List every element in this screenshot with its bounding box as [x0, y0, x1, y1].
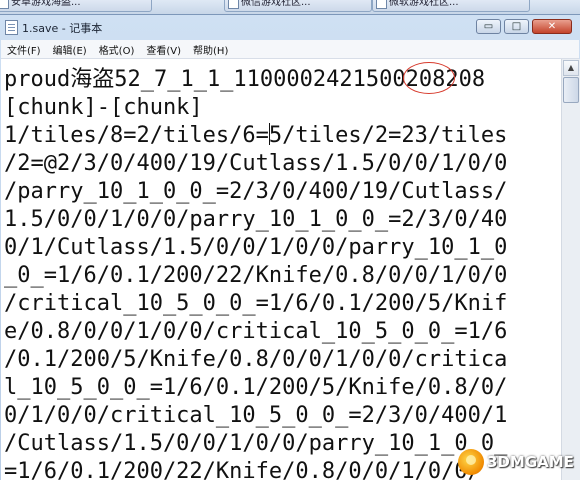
editor-line: /0.1/200/5/Knife/0.8/0/0/1/0/0/critica — [4, 347, 508, 372]
taskbar-tab-label: 安卓游戏海盗... — [11, 0, 81, 8]
notepad-window: 1.save - 记事本 ▭ □ ✕ 文件(F) 编辑(E) 格式(O) 查看(… — [0, 14, 580, 480]
editor-text[interactable]: proud海盗52_7_1_1_1100002421500208208 [chun… — [4, 66, 507, 480]
maximize-button[interactable]: □ — [504, 19, 529, 34]
editor-line: 1/tiles/8=2/tiles/6=5/tiles/2=23/tiles — [4, 123, 508, 148]
watermark: 3DMGAME — [458, 448, 574, 476]
maximize-icon: □ — [511, 21, 522, 32]
menu-bar: 文件(F) 编辑(E) 格式(O) 查看(V) 帮助(H) — [1, 40, 579, 59]
text-caret — [268, 123, 270, 145]
editor-line: [chunk]-[chunk] — [4, 95, 203, 120]
editor-line: /parry_10_1_0_0_=2/3/0/400/19/Cutlass/ — [4, 179, 508, 204]
scroll-up-arrow-icon[interactable]: ▲ — [563, 60, 579, 76]
editor-line: l_10_5_0_0_=1/6/0.1/200/5/Knife/0.8/0/ — [4, 375, 508, 400]
close-button[interactable]: ✕ — [532, 19, 572, 34]
menu-file[interactable]: 文件(F) — [1, 42, 47, 57]
minimize-button[interactable]: ▭ — [476, 19, 501, 34]
watermark-text: 3DMGAME — [487, 453, 574, 471]
minimize-icon: ▭ — [483, 21, 494, 32]
taskbar-tab-2[interactable]: 微信游戏社区... — [224, 0, 372, 12]
app-tab-icon — [376, 0, 387, 9]
window-title: 1.save - 记事本 — [22, 22, 103, 35]
editor-line: e/0.8/0/0/1/0/0/critical_10_5_0_0_=1/6 — [4, 319, 508, 344]
editor-line: _0_=1/6/0.1/200/22/Knife/0.8/0/0/1/0/0 — [4, 263, 508, 288]
taskbar-tab-label: 微信游戏社区... — [241, 0, 311, 8]
editor-line: /critical_10_5_0_0_=1/6/0.1/200/5/Knif — [4, 291, 508, 316]
red-circle-annotation — [403, 62, 455, 94]
editor-line: 1.5/0/0/1/0/0/parry_10_1_0_0_=2/3/0/40 — [4, 207, 508, 232]
editor-line: =1/6/0.1/200/22/Knife/0.8/0/0/1/0/0/ — [4, 459, 481, 480]
3dm-logo-icon — [458, 449, 484, 475]
app-tab-icon — [228, 0, 239, 9]
scrollbar-thumb[interactable] — [563, 77, 579, 103]
title-bar[interactable]: 1.save - 记事本 ▭ □ ✕ — [0, 15, 580, 39]
taskbar-tab-3[interactable]: 微软游戏社区... — [372, 0, 530, 12]
taskbar-tab-1[interactable]: 安卓游戏海盗... — [0, 0, 152, 12]
editor-line: /2=@2/3/0/400/19/Cutlass/1.5/0/0/1/0/0 — [4, 151, 508, 176]
menu-edit[interactable]: 编辑(E) — [47, 42, 93, 57]
taskbar-strip: 安卓游戏海盗... 微信游戏社区... 微软游戏社区... — [0, 0, 580, 14]
taskbar-tab-label: 微软游戏社区... — [389, 0, 459, 8]
editor-line: 0/1/Cutlass/1.5/0/0/1/0/0/parry_10_1_0 — [4, 235, 508, 260]
app-tab-icon — [0, 0, 9, 9]
vertical-scrollbar[interactable]: ▲ — [561, 59, 580, 480]
editor-line: /Cutlass/1.5/0/0/1/0/0/parry_10_1_0_0_ — [4, 431, 508, 456]
menu-format[interactable]: 格式(O) — [93, 42, 141, 57]
close-icon: ✕ — [547, 21, 557, 32]
menu-help[interactable]: 帮助(H) — [187, 42, 234, 57]
window-controls: ▭ □ ✕ — [476, 19, 572, 36]
menu-view[interactable]: 查看(V) — [140, 42, 187, 57]
notepad-icon — [5, 20, 18, 35]
editor-line: 0/1/0/0/critical_10_5_0_0_=2/3/0/400/1 — [4, 403, 508, 428]
text-editor[interactable]: proud海盗52_7_1_1_1100002421500208208 [chun… — [1, 59, 561, 480]
